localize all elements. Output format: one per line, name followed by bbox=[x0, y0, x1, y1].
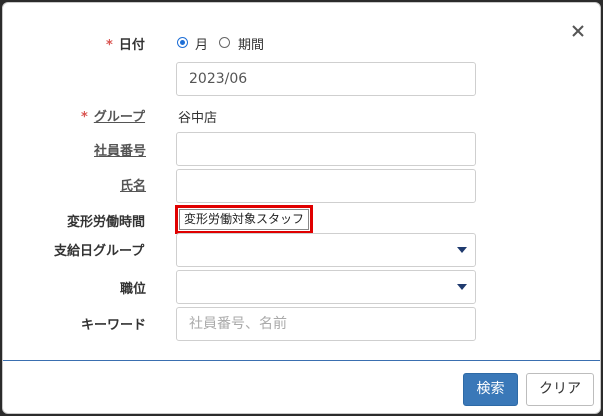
date-label: * 日付 bbox=[106, 34, 145, 53]
employee-number-input[interactable] bbox=[176, 132, 476, 166]
search-button[interactable]: 検索 bbox=[463, 373, 518, 406]
footer-divider bbox=[3, 360, 600, 361]
position-select[interactable] bbox=[176, 270, 476, 304]
clear-button[interactable]: クリア bbox=[526, 373, 594, 406]
keyword-input[interactable]: 社員番号、名前 bbox=[176, 307, 476, 341]
payday-group-label: 支給日グループ bbox=[54, 244, 145, 259]
close-icon-glyph bbox=[572, 25, 584, 37]
name-label[interactable]: 氏名 bbox=[120, 175, 146, 194]
group-label: * グループ bbox=[81, 106, 145, 125]
chevron-down-icon bbox=[457, 247, 467, 253]
group-link[interactable]: グループ bbox=[94, 110, 145, 125]
name-input[interactable] bbox=[176, 169, 476, 203]
close-icon[interactable] bbox=[568, 21, 588, 41]
radio-month-label[interactable]: 月 bbox=[195, 34, 208, 53]
radio-month[interactable] bbox=[177, 37, 188, 48]
date-label-text: 日付 bbox=[118, 38, 145, 53]
search-dialog: * 日付 月 期間 2023/06 * グループ 谷中店 社員番号 氏名 変形労働時… bbox=[2, 2, 601, 414]
keyword-label: キーワード bbox=[81, 318, 147, 333]
date-input[interactable]: 2023/06 bbox=[176, 62, 476, 96]
required-mark: * bbox=[106, 38, 113, 53]
variable-working-hours-tag[interactable]: 変形労働対象スタッフ bbox=[179, 209, 309, 230]
variable-working-hours-label: 変形労働時間 bbox=[67, 215, 146, 230]
employee-number-label[interactable]: 社員番号 bbox=[94, 140, 146, 159]
required-mark: * bbox=[81, 110, 88, 125]
chevron-down-icon bbox=[457, 284, 467, 290]
payday-group-select[interactable] bbox=[176, 233, 476, 267]
radio-period-label[interactable]: 期間 bbox=[238, 34, 264, 53]
variable-working-hours-highlight: 変形労働対象スタッフ bbox=[175, 205, 313, 234]
radio-period[interactable] bbox=[219, 37, 230, 48]
group-value: 谷中店 bbox=[178, 111, 218, 126]
position-label: 職位 bbox=[120, 282, 147, 297]
